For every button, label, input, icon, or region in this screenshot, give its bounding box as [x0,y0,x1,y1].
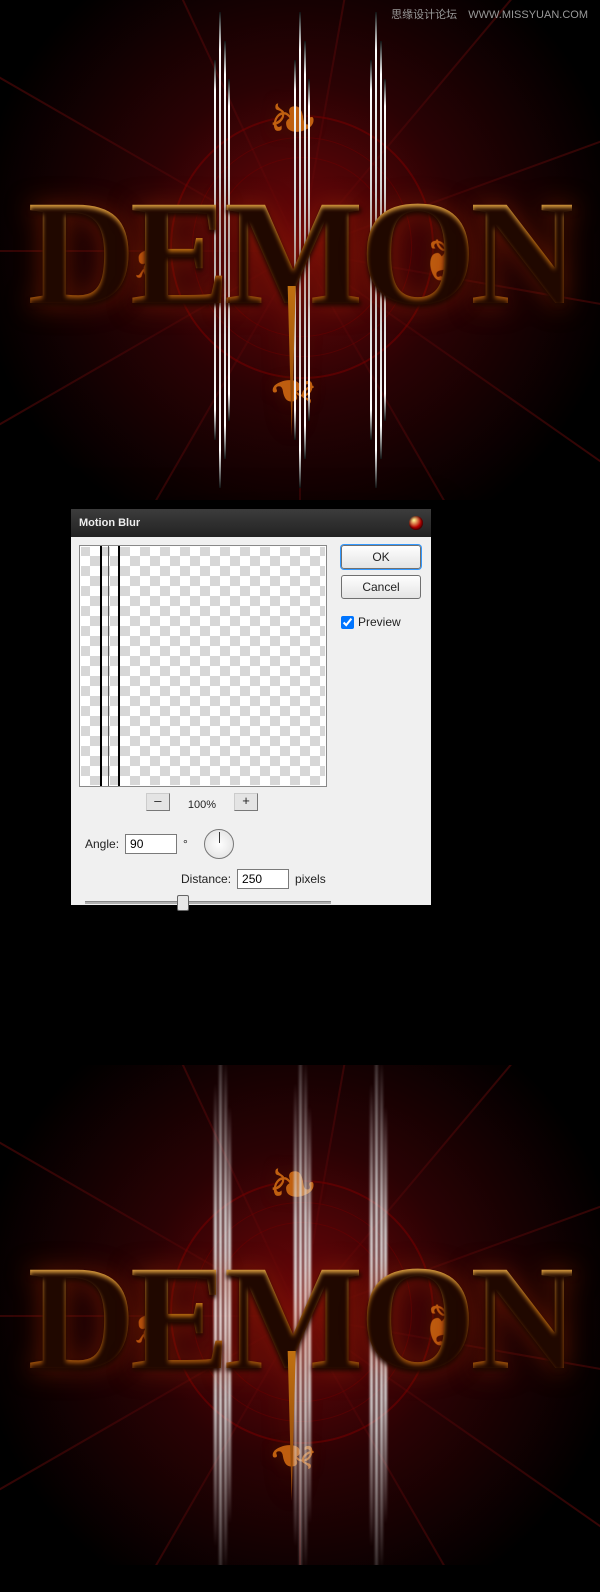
blade-cluster-3 [370,12,388,488]
blade-cluster-1 [214,12,232,488]
ornament-left: ❧ [115,235,185,285]
preview-thumbnail[interactable] [79,545,327,787]
ornament-right: ❧ [405,235,475,285]
motion-blur-dialog: Motion Blur – 100% + OK Cancel Preview [70,508,432,906]
blade-cluster-2 [294,12,312,488]
zoom-level: 100% [188,799,216,811]
angle-label: Angle: [85,837,119,851]
angle-field[interactable] [125,834,177,854]
slider-track [85,901,331,904]
zoom-in-button[interactable]: + [234,793,258,811]
preview-checkbox[interactable] [341,616,354,629]
close-jewel-icon[interactable] [409,516,423,530]
blade-streak-3 [370,1065,388,1565]
angle-unit: ° [183,837,188,851]
distance-field[interactable] [237,869,289,889]
angle-wheel[interactable] [204,829,234,859]
ornament-right: ❧ [405,1300,475,1350]
watermark-en: WWW.MISSYUAN.COM [468,9,588,21]
blade-streak-1 [214,1065,232,1565]
blade-streak-2 [294,1065,312,1565]
distance-slider[interactable] [85,895,331,909]
watermark: 思缘设计论坛 WWW.MISSYUAN.COM [391,6,588,22]
cancel-button[interactable]: Cancel [341,575,421,599]
distance-label: Distance: [181,872,231,886]
angle-row: Angle: ° [85,829,234,859]
dialog-title: Motion Blur [79,517,140,529]
ornament-left: ❧ [115,1300,185,1350]
zoom-controls: – 100% + [79,793,325,811]
distance-row: Distance: pixels [181,869,326,889]
slider-thumb[interactable] [177,895,189,911]
watermark-cn: 思缘设计论坛 [391,9,457,21]
tutorial-stage: 思缘设计论坛 WWW.MISSYUAN.COM ❧ ❧ ❧ ❧ DEMON Mo… [0,0,600,1592]
dialog-buttons: OK Cancel Preview [341,545,421,629]
artwork-before: 思缘设计论坛 WWW.MISSYUAN.COM ❧ ❧ ❧ ❧ DEMON [0,0,600,500]
preview-label: Preview [358,615,401,629]
distance-unit: pixels [295,872,326,886]
dialog-titlebar[interactable]: Motion Blur [71,509,431,537]
zoom-out-button[interactable]: – [146,793,170,811]
preview-checkbox-row[interactable]: Preview [341,605,421,629]
preview-content-lines [100,546,128,786]
ok-button[interactable]: OK [341,545,421,569]
artwork-after: ❧ ❧ ❧ ❧ DEMON [0,1065,600,1565]
dialog-body: – 100% + OK Cancel Preview Angle: ° Dist… [71,537,431,921]
